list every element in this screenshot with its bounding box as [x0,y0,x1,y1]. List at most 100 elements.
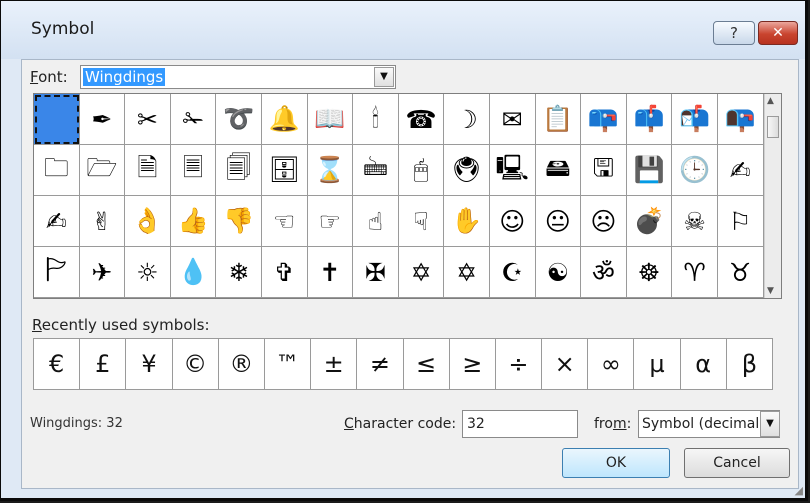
scroll-down-icon[interactable]: ▼ [767,286,774,296]
symbol-cell[interactable]: ✌ [79,196,126,247]
symbol-cell[interactable]: 🗎 [125,145,171,196]
scroll-thumb[interactable] [767,116,779,138]
recent-symbols-label: Recently used symbols: [32,316,210,334]
symbol-cell[interactable]: 📬 [672,94,718,145]
symbol-cell[interactable]: ✠ [353,247,399,298]
resize-grip-icon[interactable]: ◢ [795,484,803,497]
symbol-cell[interactable]: ✞ [261,247,308,298]
symbol-cell[interactable]: 👎 [216,196,262,247]
recent-symbol-cell[interactable]: ± [311,339,358,389]
symbol-cell[interactable]: 🗀 [34,145,80,196]
recent-symbol-cell[interactable]: ÷ [496,339,543,389]
symbol-cell[interactable]: 🗄 [261,145,308,196]
symbol-cell[interactable]: ⚐ [717,196,764,247]
close-button[interactable]: ✕ [758,21,798,45]
recent-symbol-cell[interactable]: ∞ [588,339,635,389]
recent-symbol-cell[interactable]: × [542,339,589,389]
character-code-input[interactable]: 32 [462,410,578,438]
recent-symbol-cell[interactable]: © [173,339,219,389]
symbol-cell[interactable]: 🖫 [581,145,627,196]
symbol-cell[interactable]: 🖳 [489,145,536,196]
symbol-cell[interactable]: ☼ [125,247,171,298]
recent-symbol-cell[interactable]: ¥ [126,339,173,389]
recent-symbol-cell[interactable]: £ [80,339,127,389]
symbol-cell[interactable]: ☸ [626,247,673,298]
symbol-cell[interactable]: ☪ [489,247,536,298]
symbol-cell[interactable] [34,94,80,145]
symbol-cell[interactable]: ☞ [307,196,354,247]
symbol-cell[interactable]: 🖴 [535,145,582,196]
symbol-cell[interactable]: ❄ [216,247,262,298]
recent-symbol-cell[interactable]: ≤ [404,339,450,389]
symbol-cell[interactable]: 📭 [717,94,764,145]
symbol-cell[interactable]: ✝ [307,247,354,298]
symbol-cell[interactable]: ✋ [444,196,490,247]
symbol-cell[interactable]: ☺ [489,196,536,247]
symbol-cell[interactable]: ☯ [535,247,582,298]
symbol-cell[interactable]: 💾 [626,145,673,196]
font-dropdown-value: Wingdings [83,68,166,86]
symbol-cell[interactable]: ✁ [170,94,217,145]
recent-symbol-cell[interactable]: ™ [265,339,312,389]
symbol-cell[interactable]: 🕒 [672,145,718,196]
symbol-cell[interactable]: ✂ [125,94,171,145]
from-label: from: [594,416,632,432]
symbol-cell[interactable]: ☹ [581,196,627,247]
symbol-cell[interactable]: 📋 [535,94,582,145]
symbol-cell[interactable]: ☠ [672,196,718,247]
symbol-cell[interactable]: 💧 [170,247,217,298]
symbol-cell[interactable]: 😐 [535,196,582,247]
cancel-button[interactable]: Cancel [684,448,790,478]
symbol-cell[interactable]: ☟ [398,196,445,247]
help-button[interactable]: ? [713,21,755,45]
symbol-cell[interactable]: 📖 [307,94,354,145]
symbol-cell[interactable]: 🗁 [79,145,126,196]
symbol-cell[interactable]: 📫 [626,94,673,145]
symbol-cell[interactable]: 🖲 [444,145,490,196]
chevron-down-icon[interactable]: ▼ [760,411,780,437]
symbol-cell[interactable]: ॐ [581,247,627,298]
symbol-cell[interactable]: ✈ [79,247,126,298]
character-code-label: Character code: [344,416,457,432]
symbol-cell[interactable]: 📪 [581,94,627,145]
from-dropdown[interactable]: Symbol (decimal) [638,410,780,438]
symbol-cell[interactable]: ✡ [444,247,490,298]
grid-scrollbar[interactable]: ▲ ▼ [764,94,781,298]
recent-symbol-cell[interactable]: α [681,339,727,389]
symbol-cell[interactable]: ✍ [717,145,764,196]
recent-symbol-cell[interactable]: ® [219,339,265,389]
symbol-cell[interactable]: 👌 [125,196,171,247]
symbol-cell[interactable]: 👍 [170,196,217,247]
symbol-cell[interactable]: ☎ [398,94,445,145]
symbol-cell[interactable]: 💣 [626,196,673,247]
symbol-cell[interactable]: 🗐 [216,145,262,196]
recent-symbol-cell[interactable]: ≥ [450,339,496,389]
recent-symbol-cell[interactable]: µ [634,339,681,389]
chevron-down-icon[interactable]: ▼ [374,67,394,87]
symbol-cell[interactable]: 🖱 [398,145,445,196]
symbol-cell[interactable]: 🖮 [353,145,399,196]
scroll-up-icon[interactable]: ▲ [767,96,774,106]
symbol-grid-row: 🏱 ✈ ☼ 💧 ❄ ✞ ✝ ✠ ✡ ✡ ☪ ☯ ॐ ☸ ♈ ♉ [34,247,764,298]
symbol-cell[interactable]: 🏱 [34,247,80,298]
symbol-cell[interactable]: ☝ [353,196,399,247]
symbol-cell[interactable]: ♈ [672,247,718,298]
symbol-cell[interactable]: ☽ [444,94,490,145]
symbol-cell[interactable]: 🗏 [170,145,217,196]
symbol-cell[interactable]: ♉ [717,247,764,298]
symbol-cell[interactable]: 🔔 [261,94,308,145]
symbol-cell[interactable]: ✡ [398,247,445,298]
recent-symbols-row: € £ ¥ © ® ™ ± ≠ ≤ ≥ ÷ × ∞ µ α β [33,338,773,390]
recent-symbol-cell[interactable]: € [34,339,81,389]
symbol-cell[interactable]: 🕯 [353,94,399,145]
ok-button[interactable]: OK [562,448,670,478]
symbol-cell[interactable]: ☜ [261,196,308,247]
symbol-cell[interactable]: ✉ [489,94,536,145]
symbol-cell[interactable]: ⌛ [307,145,354,196]
recent-symbol-cell[interactable]: β [727,339,773,389]
symbol-cell[interactable]: ✒ [79,94,126,145]
recent-symbol-cell[interactable]: ≠ [357,339,404,389]
font-dropdown[interactable]: Wingdings ▼ [80,65,396,89]
symbol-cell[interactable]: ✍ [34,196,80,247]
symbol-cell[interactable]: ➰ [216,94,262,145]
